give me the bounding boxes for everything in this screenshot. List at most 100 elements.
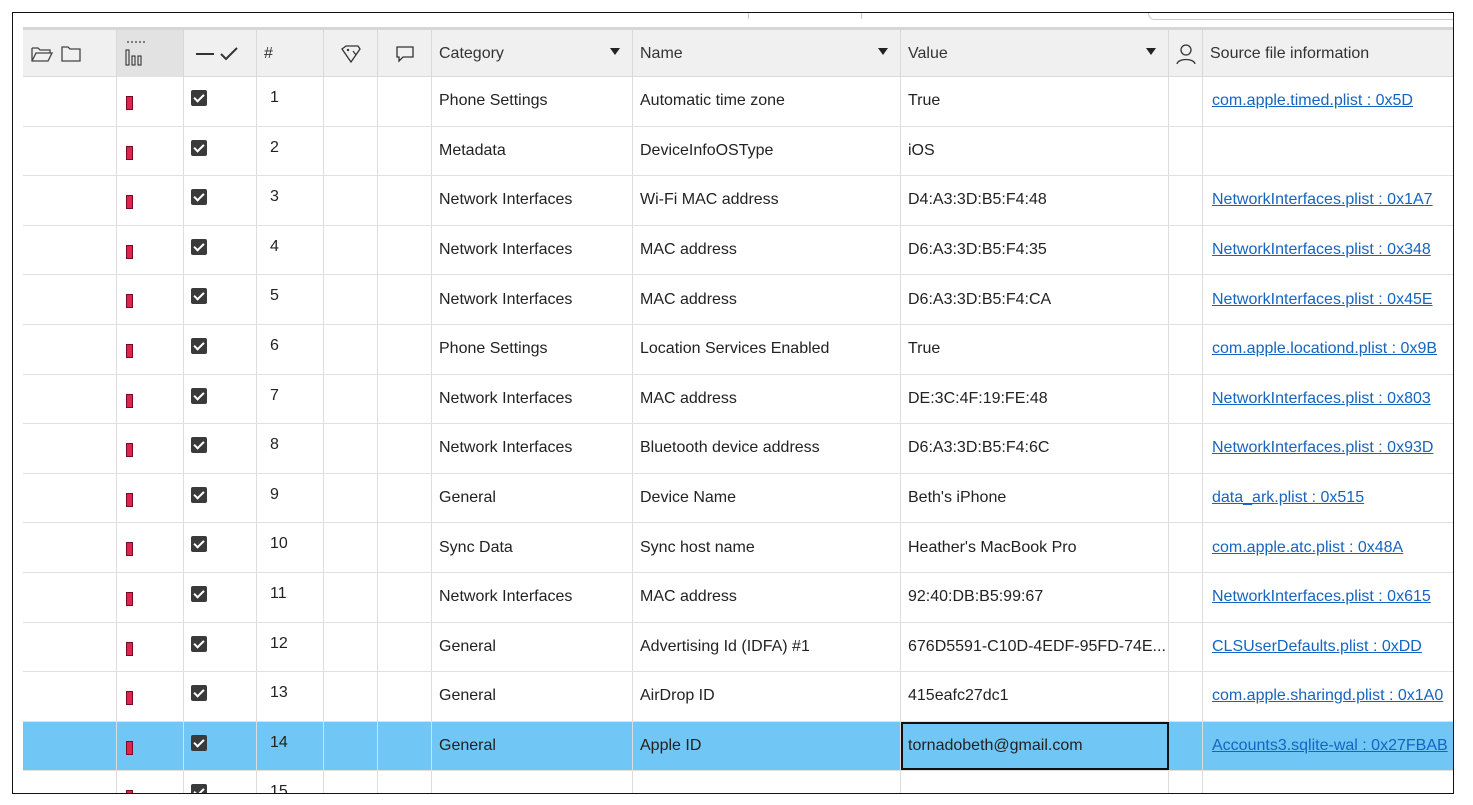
dash-icon[interactable]	[194, 45, 216, 63]
cell-flag[interactable]	[117, 424, 184, 473]
cell-num[interactable]: 1	[257, 77, 324, 126]
flag-icon[interactable]	[126, 591, 133, 606]
cell-user[interactable]	[1169, 324, 1203, 374]
cell-name[interactable]: Device Name	[633, 473, 901, 523]
cell-category[interactable]: Network Interfaces	[432, 374, 633, 424]
cell-value[interactable]: D6:A3:3D:B5:F4:CA	[901, 275, 1169, 324]
cell-source[interactable]: com.apple.sharingd.plist : 0x1A0	[1203, 672, 1453, 721]
cell-num[interactable]: 7	[257, 374, 324, 424]
row-checkbox[interactable]	[191, 288, 207, 305]
header-name[interactable]: Name	[633, 30, 901, 77]
table-row[interactable]: 15	[23, 771, 1453, 793]
cell-name[interactable]: DeviceInfoOSType	[633, 126, 901, 176]
flag-icon[interactable]	[126, 294, 133, 309]
sort-arrow-icon[interactable]	[878, 48, 888, 55]
cell-comment[interactable]	[378, 721, 432, 771]
cell-user[interactable]	[1169, 424, 1203, 473]
cell-name[interactable]	[633, 771, 901, 793]
table-row[interactable]: 11 Network Interfaces MAC address 92:40:DB:…	[23, 572, 1453, 623]
cell-value[interactable]: 92:40:DB:B5:99:67	[901, 572, 1169, 622]
cell-folder[interactable]	[23, 523, 117, 572]
cell-value[interactable]	[901, 771, 1169, 793]
flag-icon[interactable]	[126, 343, 133, 358]
row-checkbox[interactable]	[191, 685, 207, 702]
cell-check[interactable]	[184, 324, 257, 374]
cell-source[interactable]: NetworkInterfaces.plist : 0x615	[1203, 573, 1453, 622]
cell-name[interactable]: Sync host name	[633, 523, 901, 572]
cell-folder[interactable]	[23, 771, 117, 793]
cell-check[interactable]	[184, 176, 257, 225]
table-row[interactable]: 3 Network Interfaces Wi-Fi MAC address D4:A…	[23, 176, 1453, 226]
cell-value[interactable]: Beth's iPhone	[901, 473, 1169, 523]
cell-value[interactable]: D4:A3:3D:B5:F4:48	[901, 176, 1169, 225]
row-checkbox[interactable]	[191, 337, 207, 354]
cell-num[interactable]: 4	[257, 225, 324, 275]
cell-value[interactable]: 676D5591-C10D-4EDF-95FD-74E...	[901, 622, 1169, 672]
cell-user[interactable]	[1169, 721, 1203, 771]
cell-tag[interactable]	[324, 473, 378, 523]
cell-tag[interactable]	[324, 374, 378, 424]
table-row[interactable]: 4 Network Interfaces MAC address D6:A3:3D:B…	[23, 225, 1453, 276]
flag-icon[interactable]	[126, 195, 133, 210]
source-link[interactable]: data_ark.plist : 0x515	[1203, 489, 1364, 507]
cell-comment[interactable]	[378, 126, 432, 176]
cell-value[interactable]: DE:3C:4F:19:FE:48	[901, 374, 1169, 424]
cell-category[interactable]: Network Interfaces	[432, 572, 633, 622]
header-tag[interactable]	[324, 30, 378, 77]
cell-num[interactable]: 8	[257, 424, 324, 473]
cell-comment[interactable]	[378, 374, 432, 424]
table-row[interactable]: 5 Network Interfaces MAC address D6:A3:3D:B…	[23, 275, 1453, 325]
flag-icon[interactable]	[126, 542, 133, 557]
cell-source[interactable]: CLSUserDefaults.plist : 0xDD	[1203, 623, 1453, 672]
row-checkbox[interactable]	[191, 635, 207, 652]
header-source[interactable]: Source file information	[1203, 30, 1453, 77]
cell-tag[interactable]	[324, 126, 378, 176]
cell-name[interactable]: Wi-Fi MAC address	[633, 176, 901, 225]
cell-user[interactable]	[1169, 771, 1203, 793]
source-link[interactable]: NetworkInterfaces.plist : 0x93D	[1203, 439, 1433, 457]
cell-comment[interactable]	[378, 622, 432, 672]
cell-user[interactable]	[1169, 622, 1203, 672]
cell-flag[interactable]	[117, 672, 184, 721]
cell-category[interactable]: General	[432, 721, 633, 771]
cell-user[interactable]	[1169, 572, 1203, 622]
cell-num[interactable]: 11	[257, 572, 324, 622]
cell-user[interactable]	[1169, 275, 1203, 324]
cell-category[interactable]: Phone Settings	[432, 77, 633, 126]
cell-flag[interactable]	[117, 176, 184, 225]
cell-category[interactable]: Network Interfaces	[432, 176, 633, 225]
header-user[interactable]	[1169, 30, 1203, 77]
cell-flag[interactable]	[117, 523, 184, 572]
cell-flag[interactable]	[117, 374, 184, 424]
cell-folder[interactable]	[23, 374, 117, 424]
cell-category[interactable]: General	[432, 622, 633, 672]
row-checkbox[interactable]	[191, 238, 207, 255]
row-checkbox[interactable]	[191, 585, 207, 602]
cell-flag[interactable]	[117, 126, 184, 176]
table-row[interactable]: 12 General Advertising Id (IDFA) #1 676D559…	[23, 622, 1453, 673]
cell-num[interactable]: 5	[257, 275, 324, 324]
cell-num[interactable]: 2	[257, 126, 324, 176]
flag-icon[interactable]	[126, 393, 133, 408]
cell-tag[interactable]	[324, 771, 378, 793]
source-link[interactable]: NetworkInterfaces.plist : 0x615	[1203, 588, 1431, 606]
checkmark-icon[interactable]	[218, 45, 240, 63]
cell-folder[interactable]	[23, 324, 117, 374]
header-category[interactable]: Category	[432, 30, 633, 77]
cell-check[interactable]	[184, 672, 257, 721]
cell-value[interactable]: iOS	[901, 126, 1169, 176]
source-link[interactable]: Accounts3.sqlite-wal : 0x27FBAB	[1203, 737, 1448, 755]
cell-comment[interactable]	[378, 77, 432, 126]
cell-tag[interactable]	[324, 523, 378, 572]
cell-category[interactable]: General	[432, 473, 633, 523]
flag-icon[interactable]	[126, 740, 133, 755]
cell-folder[interactable]	[23, 176, 117, 225]
cell-name[interactable]: Location Services Enabled	[633, 324, 901, 374]
cell-name[interactable]: MAC address	[633, 572, 901, 622]
flag-icon[interactable]	[126, 641, 133, 656]
source-link[interactable]: com.apple.locationd.plist : 0x9B	[1203, 340, 1437, 358]
open-folder-icon[interactable]	[31, 45, 53, 63]
cell-name[interactable]: MAC address	[633, 374, 901, 424]
cell-check[interactable]	[184, 126, 257, 176]
column-chooser-icon[interactable]	[123, 39, 153, 69]
